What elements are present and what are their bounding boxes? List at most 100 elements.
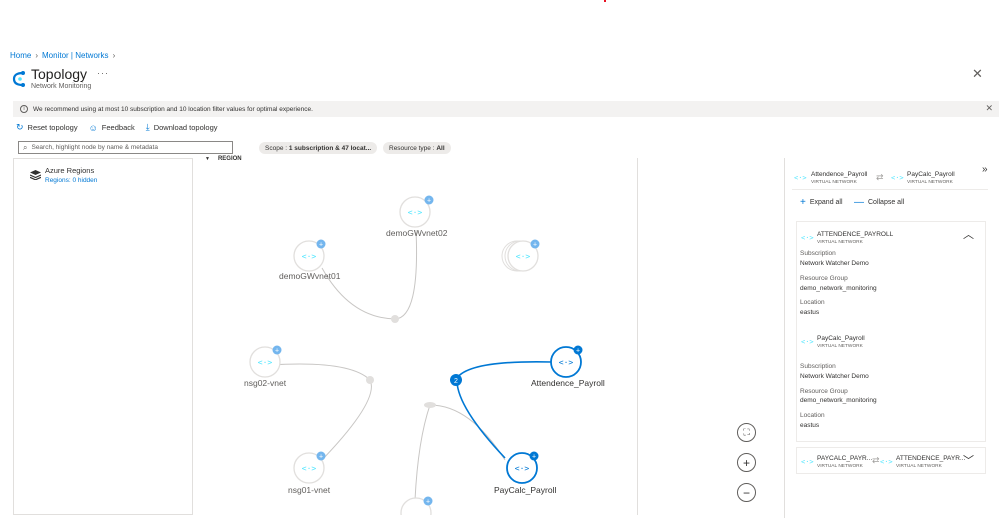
resource-type-filter-pill[interactable]: Resource type : All [383, 142, 451, 154]
breadcrumb-home[interactable]: Home [10, 51, 31, 60]
collapse-panel-icon[interactable]: » [982, 164, 988, 175]
vnet-icon: <·> [515, 464, 530, 473]
node-label-demogwvnet02: demoGWvnet02 [386, 228, 448, 238]
fit-to-screen-button[interactable]: ⛶ [737, 423, 756, 442]
feedback-icon: ☺ [88, 122, 98, 133]
vnet-icon: <·> [258, 358, 273, 367]
expand-node-icon: + [319, 454, 323, 461]
node-label-attendence-payroll: Attendence_Payroll [531, 378, 605, 388]
node-nsg02-vnet[interactable]: <·> + [249, 345, 282, 378]
toolbar: ↻ Reset topology ☺ Feedback ⤓ Download t… [16, 122, 218, 133]
expand-node-icon: + [426, 499, 430, 506]
location-value: eastus [800, 309, 820, 316]
reset-topology-label: Reset topology [27, 123, 78, 132]
search-icon: ⌕ [23, 142, 28, 152]
plus-icon: + [742, 455, 750, 470]
edge-attendence-paycalc [456, 361, 553, 459]
header-from-name: Attendence_Payroll [811, 171, 868, 178]
location-label: Location [800, 299, 825, 306]
edge-handle [424, 402, 436, 408]
breadcrumb: Home › Monitor | Networks › [10, 51, 115, 60]
expand-all-button[interactable]: + Expand all [800, 197, 843, 208]
edge-paycalc-lower-2 [429, 404, 506, 461]
chevron-up-icon[interactable]: ︿ [963, 226, 974, 242]
minus-icon: − [742, 485, 750, 500]
header-from-type: VIRTUAL NETWORK [811, 180, 857, 185]
vnet-icon: <·> [302, 252, 317, 261]
card-resource-name: ATTENDENCE_PAYROLL [817, 231, 894, 238]
search-placeholder: Search, highlight node by name & metadat… [31, 144, 158, 151]
dismiss-icon[interactable]: ✕ [985, 103, 993, 114]
location-label-2: Location [800, 412, 825, 419]
close-icon[interactable]: ✕ [972, 66, 983, 82]
info-banner-text: We recommend using at most 10 subscripti… [33, 105, 313, 113]
chevron-right-icon: › [35, 51, 39, 60]
vnet-icon: <·> [880, 458, 893, 466]
vnet-icon: <·> [302, 464, 317, 473]
edge-handle [366, 376, 374, 384]
edge-paycalc-lower [414, 404, 431, 501]
chevron-right-icon: › [112, 51, 116, 60]
vnet-icon: <·> [794, 174, 807, 182]
reset-topology-button[interactable]: ↻ Reset topology [16, 122, 78, 133]
vnet-icon: <·> [516, 252, 531, 261]
vnet-icon: <·> [408, 208, 423, 217]
node-label-nsg01-vnet: nsg01-vnet [288, 485, 331, 495]
node-stacked-group[interactable]: <·> + [501, 239, 540, 272]
resource-group-label: Resource Group [800, 275, 848, 282]
download-topology-button[interactable]: ⤓ Download topology [146, 122, 218, 133]
node-partial-bottom[interactable]: + [400, 496, 433, 516]
expand-node-icon: + [275, 348, 279, 355]
bidirectional-arrows-icon: ⇄ [872, 455, 880, 465]
feedback-button[interactable]: ☺ Feedback [89, 122, 135, 133]
expand-node-icon: + [319, 242, 323, 249]
expand-node-icon: + [576, 348, 580, 355]
topology-icon [12, 71, 25, 87]
card2-to-name: ATTENDENCE_PAYR... [896, 455, 966, 462]
node-demogwvnet01[interactable]: <·> + [293, 239, 326, 272]
scope-filter-pill[interactable]: Scope : 1 subscription & 47 locat... [259, 142, 378, 154]
node-demogwvnet02[interactable]: <·> + [399, 195, 434, 228]
feedback-label: Feedback [101, 123, 135, 132]
topology-graph: 2 <·> + <·> + <·> + <·> + <·> + <·> + <·… [249, 195, 583, 516]
edge-handle [391, 315, 399, 323]
card2-from-type: VIRTUAL NETWORK [817, 464, 863, 469]
expand-node-icon: + [533, 242, 537, 249]
node-attendence-payroll[interactable]: <·> + [550, 345, 583, 378]
reset-icon: ↻ [16, 122, 24, 132]
header-to-type: VIRTUAL NETWORK [907, 180, 953, 185]
more-options-icon[interactable]: ··· [97, 68, 109, 78]
regions-hidden-link[interactable]: Regions: 0 hidden [45, 177, 97, 184]
expand-node-icon: + [532, 454, 536, 461]
node-paycalc-payroll[interactable]: <·> + [506, 451, 539, 484]
vnet-icon: <·> [891, 174, 904, 182]
info-icon: i [20, 105, 28, 113]
zoom-in-button[interactable]: + [737, 453, 756, 472]
card-resource-type: VIRTUAL NETWORK [817, 240, 863, 245]
plus-icon: + [800, 197, 806, 208]
card-resource-name-2: PayCalc_Payroll [817, 335, 865, 342]
resource-group-value: demo_network_monitoring [800, 285, 877, 292]
card2-to-type: VIRTUAL NETWORK [896, 464, 942, 469]
subscription-value: Network Watcher Demo [800, 260, 869, 267]
vnet-icon: <·> [559, 358, 574, 367]
zoom-out-button[interactable]: − [737, 483, 756, 502]
node-label-paycalc-payroll: PayCalc_Payroll [494, 485, 557, 495]
collapse-all-label: Collapse all [868, 199, 905, 206]
search-input[interactable]: ⌕ Search, highlight node by name & metad… [18, 141, 233, 154]
page-title: Topology [31, 66, 88, 82]
vnet-icon: <·> [801, 338, 814, 346]
layers-icon [30, 170, 41, 180]
minus-icon: — [854, 197, 864, 208]
vnet-icon: <·> [801, 234, 814, 242]
breadcrumb-monitor[interactable]: Monitor | Networks [42, 51, 109, 60]
chevron-down-icon[interactable]: ﹀ [963, 452, 974, 468]
node-label-nsg02-vnet: nsg02-vnet [244, 378, 287, 388]
node-nsg01-vnet[interactable]: <·> + [293, 451, 326, 484]
card-resource-type-2: VIRTUAL NETWORK [817, 344, 863, 349]
page-subtitle: Network Monitoring [31, 83, 92, 90]
header-to-name: PayCalc_Payroll [907, 171, 955, 178]
collapse-all-button[interactable]: — Collapse all [854, 197, 904, 208]
expand-all-label: Expand all [809, 199, 843, 206]
vnet-icon: <·> [801, 458, 814, 466]
